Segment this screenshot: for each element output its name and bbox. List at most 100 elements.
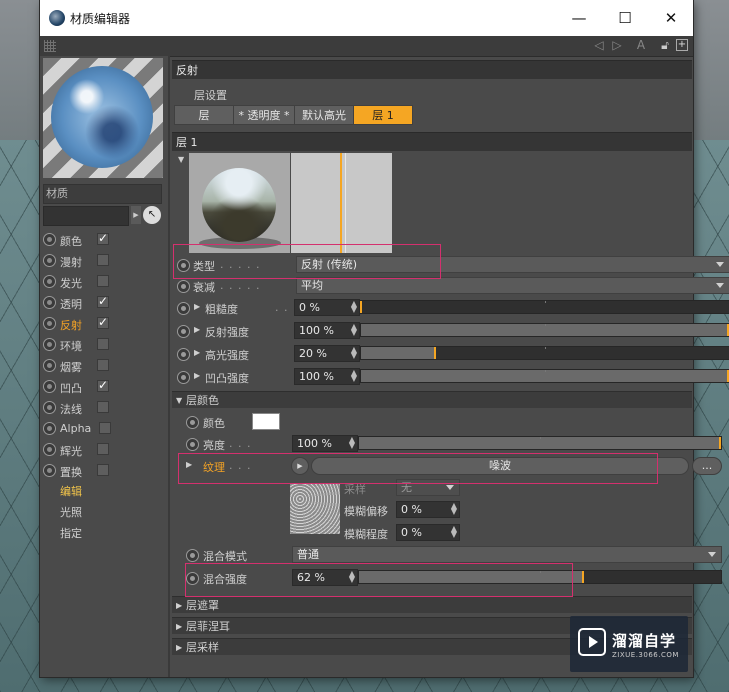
radio-icon[interactable]	[186, 549, 199, 562]
radio-icon[interactable]	[177, 280, 190, 293]
channel-bump[interactable]: 凹凸 ✓	[43, 377, 163, 397]
expand-arrow-icon[interactable]: ▶	[194, 325, 200, 334]
panel-divider[interactable]	[168, 56, 170, 677]
radio-icon[interactable]	[43, 254, 56, 267]
slider-knob[interactable]	[360, 301, 362, 313]
radio-icon[interactable]	[43, 296, 56, 309]
channel-fog[interactable]: 烟雾	[43, 356, 163, 376]
lock-icon[interactable]: 🔓︎	[658, 38, 672, 52]
sub-item-editor[interactable]: 编辑	[60, 483, 82, 499]
expand-arrow-icon[interactable]: ▶	[194, 371, 200, 380]
spinner-icon[interactable]: ▲ ▼	[351, 369, 357, 383]
radio-icon[interactable]	[43, 380, 56, 393]
channel-checkbox[interactable]: ✓	[97, 295, 109, 308]
radio-icon[interactable]	[43, 443, 56, 456]
expand-arrow-icon[interactable]: ▶	[194, 302, 200, 311]
spinner-icon[interactable]: ▲ ▼	[351, 323, 357, 337]
radio-icon[interactable]	[43, 401, 56, 414]
spinner-icon[interactable]: ▲ ▼	[451, 502, 457, 516]
reflection-strength-slider[interactable]	[360, 323, 729, 337]
channel-luminance[interactable]: 发光	[43, 272, 163, 292]
reflection-strength-field[interactable]: 100 % ▲ ▼	[294, 322, 360, 339]
spinner-icon[interactable]: ▲ ▼	[349, 436, 355, 450]
blur-scale-field[interactable]: 0 % ▲ ▼	[396, 524, 460, 541]
channel-checkbox[interactable]	[97, 464, 109, 476]
channel-diffusion[interactable]: 漫射	[43, 251, 163, 271]
reflection-strength-label: 反射强度	[205, 326, 249, 339]
brightness-slider[interactable]	[358, 436, 722, 450]
grip-icon[interactable]	[44, 40, 56, 52]
material-preview[interactable]	[43, 58, 163, 178]
channel-checkbox[interactable]: ✓	[97, 232, 109, 245]
tab-layer[interactable]: 层	[174, 105, 234, 125]
spinner-icon[interactable]: ▲ ▼	[451, 525, 457, 539]
radio-icon[interactable]	[43, 317, 56, 330]
material-arrow-icon[interactable]: ▶	[131, 206, 141, 224]
back-arrow-icon[interactable]: ◁	[592, 38, 606, 52]
roughness-slider[interactable]	[360, 300, 729, 314]
channel-checkbox[interactable]	[97, 443, 109, 455]
channel-displacement[interactable]: 置换	[43, 461, 163, 481]
maximize-button[interactable]: ☐	[606, 6, 644, 30]
channel-checkbox[interactable]	[97, 401, 109, 413]
channel-checkbox[interactable]	[99, 422, 111, 434]
search-icon[interactable]: A	[634, 38, 648, 52]
channel-normal[interactable]: 法线	[43, 398, 163, 418]
minimize-button[interactable]: —	[560, 6, 598, 30]
texture-more-button[interactable]: ...	[692, 457, 722, 475]
spinner-icon[interactable]: ▲ ▼	[351, 346, 357, 360]
slider-knob[interactable]	[719, 437, 721, 449]
channel-checkbox[interactable]: ✓	[97, 316, 109, 329]
bump-strength-slider[interactable]	[360, 369, 729, 383]
tab-default-specular[interactable]: 默认高光	[294, 105, 354, 125]
channel-transparency[interactable]: 透明 ✓	[43, 293, 163, 313]
radio-icon[interactable]	[43, 338, 56, 351]
channel-checkbox[interactable]: ✓	[97, 379, 109, 392]
forward-arrow-icon[interactable]: ▷	[610, 38, 624, 52]
material-name-field[interactable]	[43, 206, 129, 226]
channel-environment[interactable]: 环境	[43, 335, 163, 355]
radio-icon[interactable]	[177, 348, 190, 361]
section-layer-mask[interactable]: ▶ 层遮罩	[172, 596, 692, 613]
close-button[interactable]: ✕	[652, 6, 690, 30]
new-panel-icon[interactable]: +	[676, 39, 688, 51]
blur-offset-field[interactable]: 0 % ▲ ▼	[396, 501, 460, 518]
channel-glow[interactable]: 辉光	[43, 440, 163, 460]
radio-icon[interactable]	[43, 233, 56, 246]
radio-icon[interactable]	[177, 302, 190, 315]
specular-strength-slider[interactable]	[360, 346, 729, 360]
expand-arrow-icon[interactable]: ▶	[194, 348, 200, 357]
channel-checkbox[interactable]	[97, 254, 109, 266]
radio-icon[interactable]	[43, 359, 56, 372]
color-swatch[interactable]	[252, 413, 280, 430]
collapse-arrow-icon[interactable]: ▼	[178, 155, 184, 164]
radio-icon[interactable]	[186, 416, 199, 429]
channel-color[interactable]: 颜色 ✓	[43, 230, 163, 250]
radio-icon[interactable]	[177, 325, 190, 338]
brightness-field[interactable]: 100 % ▲ ▼	[292, 435, 358, 452]
radio-icon[interactable]	[43, 422, 56, 435]
tab-transparency[interactable]: * 透明度 *	[233, 105, 295, 125]
blend-mode-dropdown[interactable]: 普通	[292, 546, 722, 563]
falloff-dropdown[interactable]: 平均	[296, 277, 729, 294]
channel-checkbox[interactable]	[97, 359, 109, 371]
channel-alpha[interactable]: Alpha	[43, 419, 163, 439]
channel-checkbox[interactable]	[97, 275, 109, 287]
section-header-layer-color[interactable]: ▼ 层颜色	[172, 391, 692, 408]
radio-icon[interactable]	[43, 275, 56, 288]
sub-item-illumination[interactable]: 光照	[60, 504, 82, 520]
pointer-icon[interactable]: ↖	[143, 206, 161, 224]
slider-knob[interactable]	[582, 571, 585, 583]
channel-checkbox[interactable]	[97, 338, 109, 350]
spinner-icon[interactable]: ▲ ▼	[351, 300, 357, 314]
slider-knob[interactable]	[433, 347, 436, 359]
roughness-field[interactable]: 0 % ▲ ▼	[294, 299, 360, 316]
tab-layer-1[interactable]: 层 1	[353, 105, 413, 125]
radio-icon[interactable]	[186, 438, 199, 451]
specular-strength-field[interactable]: 20 % ▲ ▼	[294, 345, 360, 362]
radio-icon[interactable]	[177, 371, 190, 384]
channel-reflectance[interactable]: 反射 ✓	[43, 314, 163, 334]
sub-item-assign[interactable]: 指定	[60, 525, 82, 541]
radio-icon[interactable]	[43, 464, 56, 477]
bump-strength-field[interactable]: 100 % ▲ ▼	[294, 368, 360, 385]
